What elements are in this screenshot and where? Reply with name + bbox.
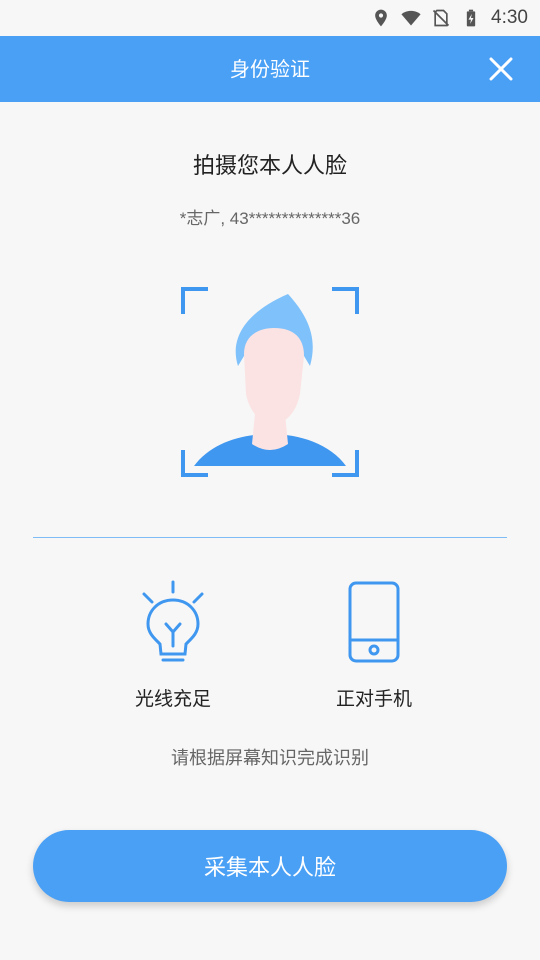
instruction-hint: 请根据屏幕知识完成识别: [171, 748, 369, 769]
capture-title: 拍摄您本人人脸: [192, 154, 347, 179]
divider: [33, 537, 507, 538]
wifi-icon: [401, 10, 421, 26]
face-scan-frame: [181, 287, 359, 477]
capture-face-button[interactable]: 采集本人人脸: [33, 830, 507, 902]
close-icon[interactable]: [486, 54, 516, 84]
location-icon: [375, 9, 387, 27]
page-title: 身份验证: [230, 57, 310, 81]
tip-label-lighting: 光线充足: [134, 688, 211, 710]
status-time: 4:30: [491, 7, 528, 28]
status-bar: 4:30: [0, 0, 540, 36]
masked-user-info: *志广, 43**************36: [179, 209, 361, 228]
battery-charging-icon: [466, 9, 476, 27]
no-sim-icon: [432, 9, 450, 27]
tip-face-phone: 正对手机: [294, 580, 454, 711]
tip-good-lighting: 光线充足: [93, 580, 253, 711]
tip-label-phone: 正对手机: [335, 688, 412, 710]
app-bar: 身份验证: [0, 36, 540, 102]
status-icons: 4:30: [371, 0, 528, 36]
face: [244, 328, 304, 424]
phone-icon: [348, 581, 400, 663]
capture-face-button-label: 采集本人人脸: [203, 856, 336, 881]
lightbulb-icon: [142, 580, 204, 662]
